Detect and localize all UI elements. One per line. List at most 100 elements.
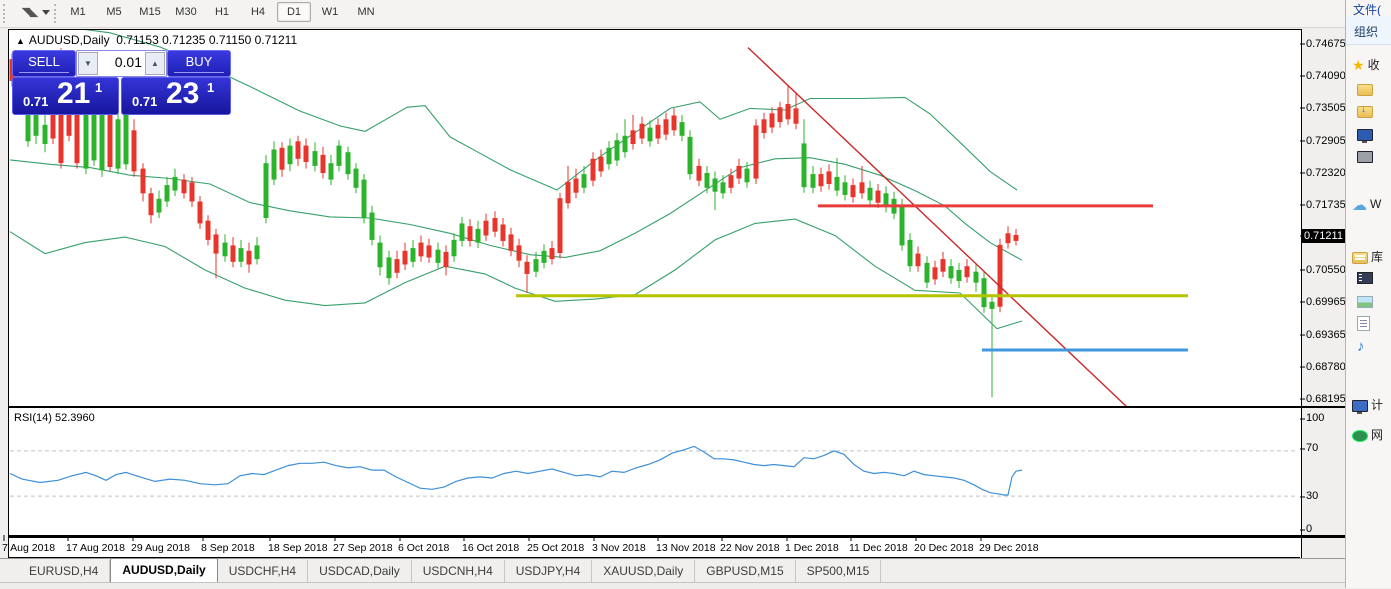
timeframe-button-h1[interactable]: H1 [205,2,239,22]
symbol-label: AUDUSD,Daily [29,33,110,47]
star-icon: ★ [1352,57,1365,74]
date-axis-label: 1 Dec 2018 [785,542,839,554]
buy-price-prefix: 0.71 [132,94,157,109]
explorer-item-label: 收 [1368,58,1380,72]
date-axis-label: 6 Oct 2018 [398,542,449,554]
explorer-item[interactable]: ♪ [1357,338,1368,355]
price-axis-label: 0.68195 [1306,393,1346,405]
videos-icon [1357,272,1373,284]
date-axis-label: 27 Sep 2018 [333,542,393,554]
rsi-scale-label: 70 [1306,442,1318,454]
date-axis-label: 7 Aug 2018 [2,542,55,554]
price-axis-label: 0.70550 [1306,264,1346,276]
chart-tab-gbpusd-m15[interactable]: GBPUSD,M15 [695,560,795,583]
chart-tab-usdjpy-h4[interactable]: USDJPY,H4 [505,560,592,583]
explorer-item[interactable]: ★收 [1352,56,1380,74]
date-axis-label: 3 Nov 2018 [592,542,646,554]
date-axis-label: 25 Oct 2018 [527,542,584,554]
explorer-item[interactable] [1357,127,1376,141]
explorer-item[interactable] [1357,104,1376,118]
rsi-scale-label: 100 [1306,412,1324,424]
explorer-item-label: 库 [1371,250,1383,264]
explorer-item[interactable] [1357,149,1376,163]
buy-price-button[interactable]: 0.71 23 1 [121,77,231,115]
folder-icon [1357,84,1373,96]
collapse-triangle-icon[interactable]: ▲ [16,36,25,46]
date-axis-label: 29 Aug 2018 [131,542,190,554]
timeframe-button-h4[interactable]: H4 [241,2,275,22]
price-axis-label: 0.72905 [1306,135,1346,147]
organize-button[interactable]: 组织 [1354,23,1378,40]
lot-size-box: ▼ 0.01 ▲ [76,50,167,77]
chart-tab-usdchf-h4[interactable]: USDCHF,H4 [218,560,308,583]
chart-tab-xauusd-daily[interactable]: XAUUSD,Daily [592,560,695,583]
sell-price-big: 21 [57,77,90,111]
price-axis-label: 0.73505 [1306,102,1346,114]
price-axis-label: 0.71735 [1306,199,1346,211]
chart-tab-bar: EURUSD,H4AUDUSD,DailyUSDCHF,H4USDCAD,Dai… [0,558,1345,583]
sell-price-button[interactable]: 0.71 21 1 [12,77,119,115]
computer-icon [1352,400,1368,412]
explorer-item[interactable]: 网 [1352,426,1383,443]
explorer-item[interactable]: 库 [1352,248,1383,265]
explorer-item-label: W [1370,197,1381,211]
chart-tab-sp500-m15[interactable]: SP500,M15 [796,560,882,583]
sell-button[interactable]: SELL [12,50,76,77]
explorer-item-label: 计 [1371,398,1383,412]
pictures-icon [1357,296,1373,308]
date-axis-label: 13 Nov 2018 [656,542,716,554]
toolbar-grip [54,4,59,23]
top-toolbar: M1M5M15M30H1H4D1W1MN [0,0,1345,28]
explorer-item[interactable] [1357,82,1376,96]
ohlc-values: 0.71153 0.71235 0.71150 0.71211 [116,33,297,47]
timeframe-button-mn[interactable]: MN [349,2,383,22]
chart-tab-eurusd-h4[interactable]: EURUSD,H4 [18,560,110,583]
lot-size-value[interactable]: 0.01 [115,54,142,70]
pane-separator[interactable] [8,406,1345,408]
explorer-panel: 文件( 组织 ★收☁W库♪计网 [1345,0,1391,588]
timeframe-button-m5[interactable]: M5 [97,2,131,22]
price-axis-label: 0.69365 [1306,329,1346,341]
buy-button[interactable]: BUY [167,50,231,77]
rsi-scale-label: 30 [1306,490,1318,502]
buy-price-big: 23 [166,77,199,111]
chart-symbols-icon[interactable] [20,5,40,21]
libraries-icon [1352,252,1368,264]
documents-icon [1357,316,1370,331]
price-axis-label: 0.69965 [1306,296,1346,308]
one-click-trading-panel: SELL ▼ 0.01 ▲ BUY 0.71 21 1 0.71 23 1 [12,48,229,113]
lot-increase-button[interactable]: ▲ [145,52,165,75]
chart-tab-usdcad-daily[interactable]: USDCAD,Daily [308,560,412,583]
timeframe-buttons: M1M5M15M30H1H4D1W1MN [60,2,384,22]
chart-tab-audusd-daily[interactable]: AUDUSD,Daily [110,558,217,583]
buy-price-sup: 1 [207,80,214,95]
chart-tab-usdcnh-h4[interactable]: USDCNH,H4 [412,560,505,583]
explorer-item[interactable] [1357,316,1373,331]
cloud-icon: ☁ [1352,196,1367,214]
date-axis-label: 29 Dec 2018 [979,542,1039,554]
price-axis-label: 0.72320 [1306,167,1346,179]
lot-decrease-button[interactable]: ▼ [78,52,98,75]
timeframe-button-w1[interactable]: W1 [313,2,347,22]
chevron-down-icon[interactable] [42,10,50,15]
timeframe-button-m15[interactable]: M15 [133,2,167,22]
explorer-item[interactable] [1357,294,1376,308]
date-axis-label: 8 Sep 2018 [201,542,255,554]
explorer-item-label: 网 [1371,428,1383,442]
date-axis-label: 17 Aug 2018 [66,542,125,554]
network-icon [1352,430,1368,442]
timeframe-button-m1[interactable]: M1 [61,2,95,22]
date-axis-label: 20 Dec 2018 [914,542,974,554]
recent-places-icon [1357,151,1373,163]
rsi-scale-label: 0 [1306,523,1312,535]
price-axis-label: 0.68780 [1306,361,1346,373]
date-axis-label: 16 Oct 2018 [462,542,519,554]
explorer-item[interactable]: 计 [1352,396,1383,413]
timeframe-button-d1[interactable]: D1 [277,2,311,22]
sell-price-prefix: 0.71 [23,94,48,109]
price-axis-label: 0.74675 [1306,38,1346,50]
explorer-item[interactable] [1357,270,1376,284]
explorer-item[interactable]: ☁W [1352,196,1381,214]
rsi-bottom-border [8,535,1345,538]
timeframe-button-m30[interactable]: M30 [169,2,203,22]
